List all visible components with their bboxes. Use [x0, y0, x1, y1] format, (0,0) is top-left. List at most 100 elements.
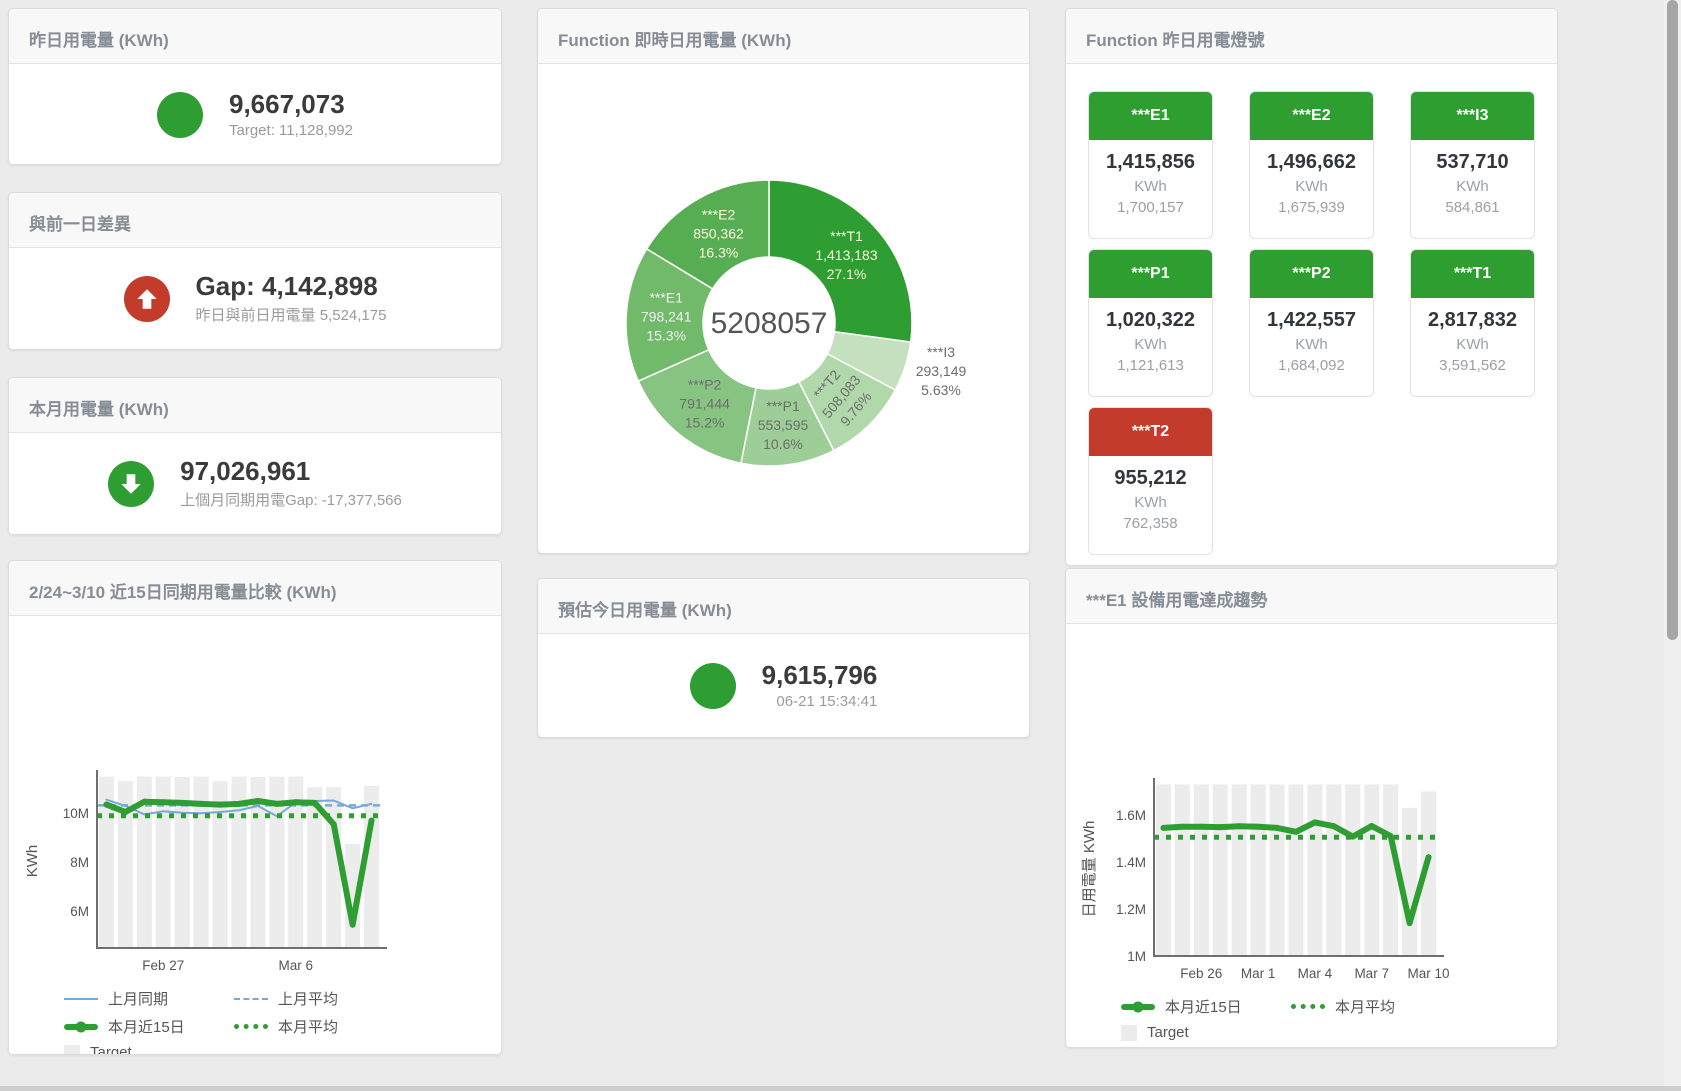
stat-text: 9,615,796 06-21 15:34:41: [762, 661, 878, 710]
tile-header: ***P1: [1089, 250, 1212, 298]
tile-value: 1,415,856: [1089, 151, 1212, 174]
tile-target: 1,684,092: [1250, 357, 1373, 374]
tile-target: 762,358: [1089, 515, 1212, 532]
legend-item-this-month-15days[interactable]: 本月近15日: [1121, 996, 1291, 1017]
stat-value: 9,667,073: [229, 90, 353, 119]
card-title: 本月用電量 (KWh): [9, 378, 501, 433]
card-e1-trend-chart: ***E1 設備用電達成趨勢 1M1.2M1.4M1.6MFeb 26Mar 1…: [1065, 568, 1558, 1048]
card-prev-day-gap: 與前一日差異 Gap: 4,142,898 昨日與前日用電量 5,524,175: [8, 192, 502, 350]
svg-text:***P2: ***P2: [688, 376, 722, 392]
tiles-grid: ***E1 1,415,856 KWh 1,700,157 ***E2 1,49…: [1088, 91, 1557, 555]
tile-target: 1,121,613: [1089, 357, 1212, 374]
svg-text:KWh: KWh: [24, 845, 41, 878]
svg-text:553,595: 553,595: [758, 417, 809, 433]
tile-unit: KWh: [1089, 336, 1212, 353]
svg-text:27.1%: 27.1%: [827, 266, 867, 282]
tile-header: ***I3: [1411, 92, 1534, 140]
bottom-edge-bar: [0, 1086, 1681, 1091]
legend-label: 上月同期: [108, 988, 168, 1009]
svg-text:Mar 10: Mar 10: [1407, 966, 1449, 981]
svg-text:5.63%: 5.63%: [921, 382, 961, 398]
tile-value: 1,020,322: [1089, 309, 1212, 332]
green-thick-line-swatch: [64, 1024, 98, 1030]
stat-text: Gap: 4,142,898 昨日與前日用電量 5,524,175: [196, 272, 387, 325]
tile-unit: KWh: [1411, 178, 1534, 195]
e1-trend-line-chart[interactable]: 1M1.2M1.4M1.6MFeb 26Mar 1Mar 4Mar 7Mar 1…: [1066, 774, 1546, 990]
card-title: 預估今日用電量 (KWh): [538, 579, 1029, 634]
legend-item-this-month-average[interactable]: 本月平均: [234, 1016, 404, 1037]
stat-text: 97,026,961 上個月同期用電Gap: -17,377,566: [180, 457, 402, 510]
svg-text:293,149: 293,149: [916, 363, 967, 379]
svg-text:日用電量 KWh: 日用電量 KWh: [1081, 821, 1098, 918]
svg-text:Mar 7: Mar 7: [1354, 966, 1389, 981]
svg-text:1.6M: 1.6M: [1116, 808, 1146, 823]
card-status-lights: Function 昨日用電燈號 ***E1 1,415,856 KWh 1,70…: [1065, 8, 1558, 566]
chart-area: 6M8M10MFeb 27Mar 6KWh 上月同期 上月平均 本月近1: [9, 766, 501, 1055]
tile-value: 1,496,662: [1250, 151, 1373, 174]
stat-timestamp: 06-21 15:34:41: [762, 693, 878, 710]
legend-item-this-month-average[interactable]: 本月平均: [1291, 996, 1461, 1017]
legend-item-last-month-average[interactable]: 上月平均: [234, 988, 404, 1009]
svg-text:***P1: ***P1: [766, 398, 800, 414]
svg-text:15.3%: 15.3%: [646, 328, 686, 344]
tile-header: ***P2: [1250, 250, 1373, 298]
vertical-scrollbar-thumb[interactable]: [1667, 0, 1678, 640]
svg-text:1.4M: 1.4M: [1116, 855, 1146, 870]
status-tile-t1: ***T1 2,817,832 KWh 3,591,562: [1410, 249, 1535, 397]
dashboard: 昨日用電量 (KWh) 9,667,073 Target: 11,128,992…: [0, 0, 1681, 1091]
stat-text: 9,667,073 Target: 11,128,992: [229, 90, 353, 139]
card-title: ***E1 設備用電達成趨勢: [1066, 569, 1557, 624]
tile-unit: KWh: [1089, 178, 1212, 195]
svg-text:5208057: 5208057: [711, 307, 828, 340]
tile-header: ***E2: [1250, 92, 1373, 140]
svg-text:Mar 1: Mar 1: [1241, 966, 1276, 981]
gray-box-swatch: [1121, 1025, 1137, 1041]
realtime-usage-donut-chart[interactable]: ***T11,413,18327.1%***I3293,1495.63%***T…: [538, 64, 1030, 554]
tile-header: ***E1: [1089, 92, 1212, 140]
svg-text:8M: 8M: [70, 855, 89, 870]
stat-subtitle: Target: 11,128,992: [229, 122, 353, 139]
card-title: Function 即時日用電量 (KWh): [538, 9, 1029, 64]
tile-value: 537,710: [1411, 151, 1534, 174]
svg-text:10M: 10M: [63, 806, 89, 821]
status-tile-e1: ***E1 1,415,856 KWh 1,700,157: [1088, 91, 1213, 239]
tile-unit: KWh: [1250, 178, 1373, 195]
status-tile-t2: ***T2 955,212 KWh 762,358: [1088, 407, 1213, 555]
svg-text:Feb 27: Feb 27: [142, 958, 184, 973]
tile-target: 1,675,939: [1250, 199, 1373, 216]
legend-label: Target: [90, 1044, 132, 1055]
tile-unit: KWh: [1411, 336, 1534, 353]
svg-text:Mar 4: Mar 4: [1298, 966, 1333, 981]
svg-text:16.3%: 16.3%: [699, 244, 739, 260]
stat-value: Gap: 4,142,898: [196, 272, 387, 301]
svg-text:791,444: 791,444: [679, 395, 730, 411]
tile-unit: KWh: [1250, 336, 1373, 353]
card-month-usage: 本月用電量 (KWh) 97,026,961 上個月同期用電Gap: -17,3…: [8, 377, 502, 535]
stat-subtitle: 昨日與前日用電量 5,524,175: [196, 304, 387, 325]
comparison-line-chart[interactable]: 6M8M10MFeb 27Mar 6KWh: [9, 766, 489, 982]
svg-text:***E2: ***E2: [702, 206, 736, 222]
chart-legend: 本月近15日 本月平均 Target: [1121, 996, 1557, 1041]
stat-row: 9,667,073 Target: 11,128,992: [9, 64, 501, 165]
svg-text:1M: 1M: [1127, 949, 1146, 964]
gray-box-swatch: [64, 1045, 80, 1056]
tile-target: 3,591,562: [1411, 357, 1534, 374]
stat-row: Gap: 4,142,898 昨日與前日用電量 5,524,175: [9, 248, 501, 349]
green-thick-line-swatch: [1121, 1004, 1155, 1010]
card-estimate-today: 預估今日用電量 (KWh) 9,615,796 06-21 15:34:41: [537, 578, 1030, 738]
status-circle-green: [157, 92, 203, 138]
legend-item-last-month-same-period[interactable]: 上月同期: [64, 988, 234, 1009]
status-tile-p2: ***P2 1,422,557 KWh 1,684,092: [1249, 249, 1374, 397]
tile-header: ***T2: [1089, 408, 1212, 456]
svg-text:***I3: ***I3: [927, 344, 955, 360]
tile-target: 1,700,157: [1089, 199, 1212, 216]
legend-item-target[interactable]: Target: [64, 1044, 234, 1055]
svg-text:1,413,183: 1,413,183: [815, 247, 877, 263]
legend-label: Target: [1147, 1024, 1189, 1041]
card-15day-comparison-chart: 2/24~3/10 近15日同期用電量比較 (KWh) 6M8M10MFeb 2…: [8, 560, 502, 1055]
legend-item-target[interactable]: Target: [1121, 1024, 1291, 1041]
tile-header: ***T1: [1411, 250, 1534, 298]
legend-item-this-month-15days[interactable]: 本月近15日: [64, 1016, 234, 1037]
vertical-scrollbar-track[interactable]: [1664, 0, 1681, 1091]
legend-label: 本月近15日: [1165, 996, 1242, 1017]
